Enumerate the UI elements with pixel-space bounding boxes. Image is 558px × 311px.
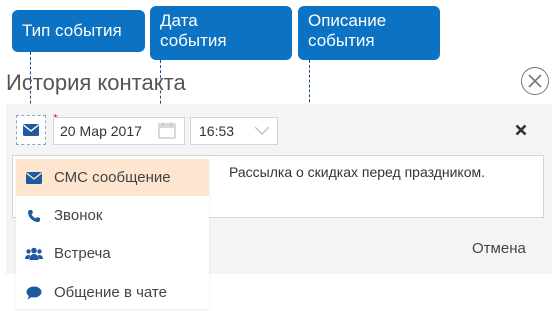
chat-icon bbox=[16, 286, 52, 300]
callout-description-line1: Описание bbox=[308, 11, 387, 30]
close-icon bbox=[528, 74, 542, 88]
close-button[interactable] bbox=[521, 67, 549, 95]
callout-event-type-text: Тип события bbox=[22, 21, 122, 40]
event-type-button[interactable] bbox=[16, 115, 46, 145]
event-type-menu: СМС сообщение Звонок Встреча Общение в ч… bbox=[16, 158, 209, 309]
description-text: Рассылка о скидках перед праздником. bbox=[229, 164, 485, 180]
callout-description-line2: события bbox=[308, 31, 375, 50]
menu-item-sms[interactable]: СМС сообщение bbox=[16, 159, 209, 196]
time-value: 16:53 bbox=[199, 123, 235, 139]
people-icon bbox=[16, 247, 52, 261]
menu-item-label: Встреча bbox=[54, 245, 111, 262]
callout-event-date-line1: Дата bbox=[160, 11, 198, 30]
callout-event-date: Дата события bbox=[150, 6, 292, 60]
menu-item-label: СМС сообщение bbox=[54, 169, 171, 186]
callout-event-date-line2: события bbox=[160, 31, 227, 50]
menu-item-meeting[interactable]: Встреча bbox=[16, 235, 209, 272]
calendar-icon[interactable] bbox=[158, 121, 176, 139]
menu-item-chat[interactable]: Общение в чате bbox=[16, 274, 209, 311]
envelope-icon bbox=[16, 171, 52, 184]
date-value: 20 Мар 2017 bbox=[60, 123, 142, 139]
envelope-icon bbox=[23, 124, 39, 136]
chevron-down-icon[interactable] bbox=[254, 126, 270, 136]
callout-event-type: Тип события bbox=[12, 10, 145, 52]
callout-description: Описание события bbox=[298, 6, 440, 60]
phone-icon bbox=[16, 209, 52, 223]
remove-entry-icon[interactable] bbox=[515, 124, 527, 136]
menu-item-label: Общение в чате bbox=[54, 284, 167, 301]
menu-item-label: Звонок bbox=[54, 207, 103, 224]
menu-item-call[interactable]: Звонок bbox=[16, 197, 209, 234]
page-title: История контакта bbox=[6, 70, 186, 95]
cancel-button[interactable]: Отмена bbox=[472, 240, 526, 257]
